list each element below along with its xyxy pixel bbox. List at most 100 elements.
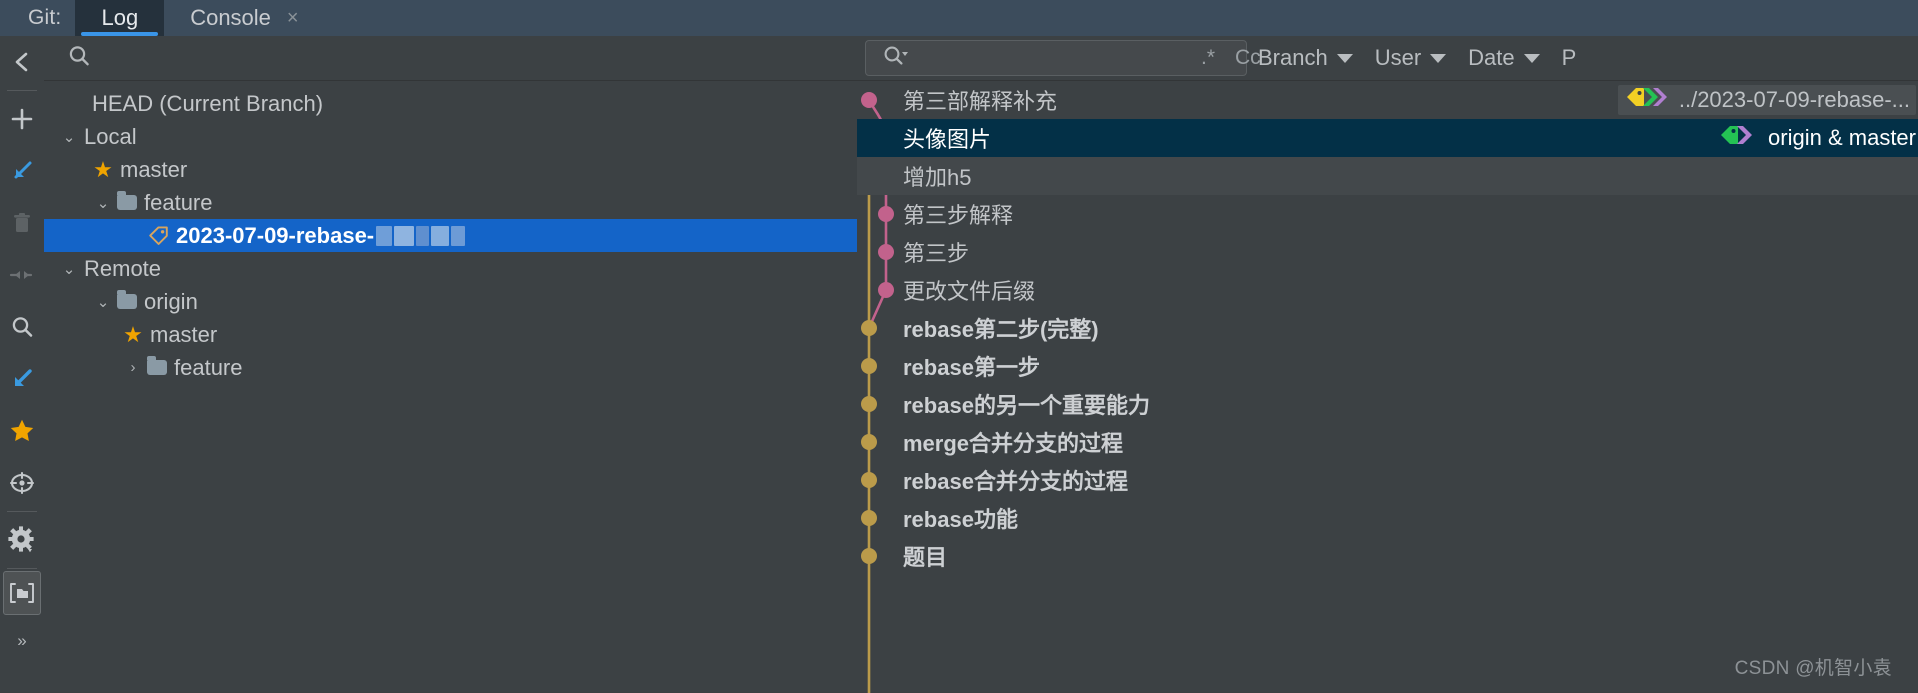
show-branches-icon[interactable] (3, 571, 41, 615)
commit-subject: 第三步 (903, 241, 970, 266)
ref-icons (1720, 124, 1758, 152)
tree-item-origin-master[interactable]: ★ master (44, 318, 857, 351)
tree-item-origin[interactable]: ⌄ origin (44, 285, 857, 318)
close-icon[interactable]: × (287, 8, 299, 28)
chevron-down-icon[interactable]: ⌄ (92, 194, 114, 212)
redacted-branch-suffix (376, 225, 466, 246)
chevron-right-icon[interactable]: › (122, 359, 144, 376)
log-search-input[interactable] (916, 45, 1191, 71)
ref-icons (1626, 86, 1670, 114)
more-options-glyph: » (17, 631, 27, 650)
tree-item-local[interactable]: ⌄ Local (44, 120, 857, 153)
commit-row[interactable]: rebase第二步(完整) (857, 309, 1918, 347)
commit-subject: 题目 (903, 545, 948, 570)
folder-icon (114, 191, 140, 210)
commit-subject: merge合并分支的过程 (903, 431, 1124, 456)
commit-row[interactable]: 增加h5 (857, 157, 1918, 195)
commit-subject: 头像图片 (903, 127, 992, 152)
tree-item-label: feature (174, 354, 243, 380)
commit-subject: 第三部解释补充 (903, 89, 1058, 114)
filter-paths-label: P (1561, 45, 1577, 70)
commit-row[interactable]: 更改文件后缀 (857, 271, 1918, 309)
rail-divider-3 (7, 568, 37, 569)
tree-item-label: 2023-07-09-rebase- (176, 222, 375, 248)
search-icon[interactable] (66, 43, 92, 74)
log-panel: .* Cc Branch User Date P 第三部解释补充 ../2023… (857, 36, 1918, 693)
chevron-down-icon[interactable] (1430, 53, 1447, 63)
filter-paths[interactable]: P (1551, 45, 1588, 71)
chevron-down-icon[interactable] (1523, 53, 1540, 63)
tree-item-local-feature[interactable]: ⌄ feature (44, 186, 857, 219)
tab-log[interactable]: Log (75, 0, 165, 36)
branches-panel: HEAD (Current Branch) ⌄ Local ★ master ⌄… (44, 36, 858, 692)
filter-branch[interactable]: Branch (1247, 45, 1364, 71)
git-tool-label: Git: (28, 6, 62, 29)
search-icon[interactable] (882, 44, 908, 73)
filter-date[interactable]: Date (1457, 45, 1550, 71)
tree-item-feature-branch[interactable]: 2023-07-09-rebase- (44, 219, 857, 252)
update-project-icon[interactable] (0, 353, 44, 405)
search-icon[interactable] (0, 301, 44, 353)
commit-row[interactable]: rebase功能 (857, 499, 1918, 537)
tree-item-origin-feature[interactable]: › feature (44, 351, 857, 384)
log-toolbar: .* Cc Branch User Date P (857, 36, 1918, 81)
csdn-watermark: CSDN @机智小袁 (1734, 658, 1892, 679)
branches-tree: HEAD (Current Branch) ⌄ Local ★ master ⌄… (44, 81, 857, 384)
ref-chip[interactable]: ../2023-07-09-rebase-... (1617, 85, 1916, 115)
commit-row[interactable]: 题目 (857, 537, 1918, 575)
chevron-down-icon[interactable] (1336, 53, 1353, 63)
settings-gear-icon[interactable] (0, 514, 44, 566)
commit-row[interactable]: rebase的另一个重要能力 (857, 385, 1918, 423)
filter-user-label: User (1374, 45, 1422, 70)
collapse-arrows-icon[interactable] (0, 249, 44, 301)
rail-divider (7, 90, 37, 91)
delete-icon[interactable] (0, 197, 44, 249)
tree-item-head[interactable]: HEAD (Current Branch) (44, 87, 857, 120)
tree-item-label: Remote (84, 255, 162, 281)
commit-refs: origin & master (1720, 119, 1918, 157)
chevron-down-icon[interactable]: ⌄ (58, 260, 80, 278)
star-icon: ★ (93, 156, 113, 182)
commit-list: 第三部解释补充 ../2023-07-09-rebase-... 头像图片 or… (857, 81, 1918, 693)
branch-filter-row (44, 36, 857, 81)
filter-date-label: Date (1468, 45, 1515, 70)
favorite-star-icon[interactable] (0, 405, 44, 457)
commit-subject: 增加h5 (903, 165, 972, 190)
collapse-panel-icon[interactable] (0, 36, 44, 88)
filter-user[interactable]: User (1364, 45, 1457, 71)
commit-row[interactable]: merge合并分支的过程 (857, 423, 1918, 461)
log-search-box[interactable]: .* Cc (865, 40, 1261, 76)
commit-row[interactable]: 第三部解释补充 ../2023-07-09-rebase-... (857, 81, 1918, 119)
commit-subject: 更改文件后缀 (903, 279, 1036, 304)
folder-icon (114, 290, 140, 309)
tree-item-label: HEAD (Current Branch) (92, 90, 324, 116)
tree-item-local-master[interactable]: ★ master (44, 153, 857, 186)
commit-subject: rebase合并分支的过程 (903, 469, 1128, 494)
commit-row[interactable]: 第三步 (857, 233, 1918, 271)
commit-row[interactable]: 头像图片 origin & master (857, 119, 1918, 157)
commit-refs: ../2023-07-09-rebase-... (1617, 81, 1918, 119)
tree-item-label: origin (144, 288, 198, 314)
tree-item-label: feature (144, 189, 213, 215)
ref-label: origin & master (1768, 125, 1916, 150)
commit-row[interactable]: 第三步解释 (857, 195, 1918, 233)
tab-console[interactable]: Console × (164, 0, 324, 36)
chevron-down-icon[interactable]: ⌄ (92, 293, 114, 311)
filter-branch-label: Branch (1258, 45, 1328, 70)
commit-row[interactable]: rebase合并分支的过程 (857, 461, 1918, 499)
commit-subject: rebase的另一个重要能力 (903, 393, 1150, 418)
add-icon[interactable] (0, 93, 44, 145)
more-options-icon[interactable]: » (0, 615, 44, 667)
target-crosshair-icon[interactable] (0, 457, 44, 509)
commit-subject: rebase第一步 (903, 355, 1040, 380)
tool-window-tabstrip: Git: Log Console × (0, 0, 1918, 36)
tree-item-label: master (150, 321, 218, 347)
commit-subject: rebase第二步(完整) (903, 317, 1099, 342)
commit-subject: 第三步解释 (903, 203, 1014, 228)
checkout-icon[interactable] (0, 145, 44, 197)
regex-toggle[interactable]: .* (1191, 46, 1225, 70)
commit-subject: rebase功能 (903, 507, 1018, 532)
chevron-down-icon[interactable]: ⌄ (58, 128, 80, 146)
tree-item-remote[interactable]: ⌄ Remote (44, 252, 857, 285)
commit-row[interactable]: rebase第一步 (857, 347, 1918, 385)
